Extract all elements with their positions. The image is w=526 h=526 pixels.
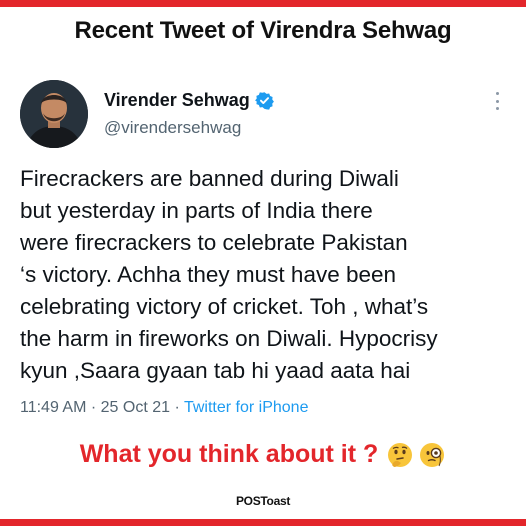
bottom-accent-bar xyxy=(0,519,526,526)
thinking-face-icon xyxy=(386,441,414,469)
tweet-line: but yesterday in parts of India there xyxy=(20,198,373,223)
verified-badge-icon xyxy=(254,91,274,110)
avatar[interactable] xyxy=(20,80,88,148)
tweet-header: Virender Sehwag @virendersehwag xyxy=(20,80,510,150)
tweet-line: the harm in fireworks on Diwali. Hypocri… xyxy=(20,326,438,351)
page-title: Recent Tweet of Virendra Sehwag xyxy=(74,17,452,44)
tweet-line: celebrating victory of cricket. Toh , wh… xyxy=(20,294,429,319)
brand-logo: POSToast xyxy=(235,494,291,508)
top-accent-bar xyxy=(0,0,526,7)
display-name[interactable]: Virender Sehwag xyxy=(104,90,250,111)
name-row: Virender Sehwag xyxy=(104,88,274,112)
question-text: What you think about it ? xyxy=(79,440,379,468)
tweet-line: kyun ,Saara gyaan tab hi yaad aata hai xyxy=(20,358,411,383)
tweet-source-link[interactable]: Twitter for iPhone xyxy=(184,399,309,416)
tweet-text: Firecrackers are banned during Diwali bu… xyxy=(20,163,516,387)
tweet-line: Firecrackers are banned during Diwali xyxy=(20,166,399,191)
tweet-time[interactable]: 11:49 AM xyxy=(20,399,86,416)
tweet-line: were firecrackers to celebrate Pakistan xyxy=(20,230,408,255)
face-with-monocle-icon xyxy=(418,441,446,469)
more-options-icon[interactable] xyxy=(494,92,500,110)
meta-separator: · xyxy=(174,399,180,416)
tweet-date[interactable]: 25 Oct 21 xyxy=(101,399,170,416)
tweet-line: ‘s victory. Achha they must have been xyxy=(20,262,397,287)
tweet-meta: 11:49 AM · 25 Oct 21 · Twitter for iPhon… xyxy=(20,399,308,417)
handle[interactable]: @virendersehwag xyxy=(104,118,241,138)
question-banner: What you think about it ? xyxy=(0,440,526,469)
meta-separator: · xyxy=(90,399,97,416)
